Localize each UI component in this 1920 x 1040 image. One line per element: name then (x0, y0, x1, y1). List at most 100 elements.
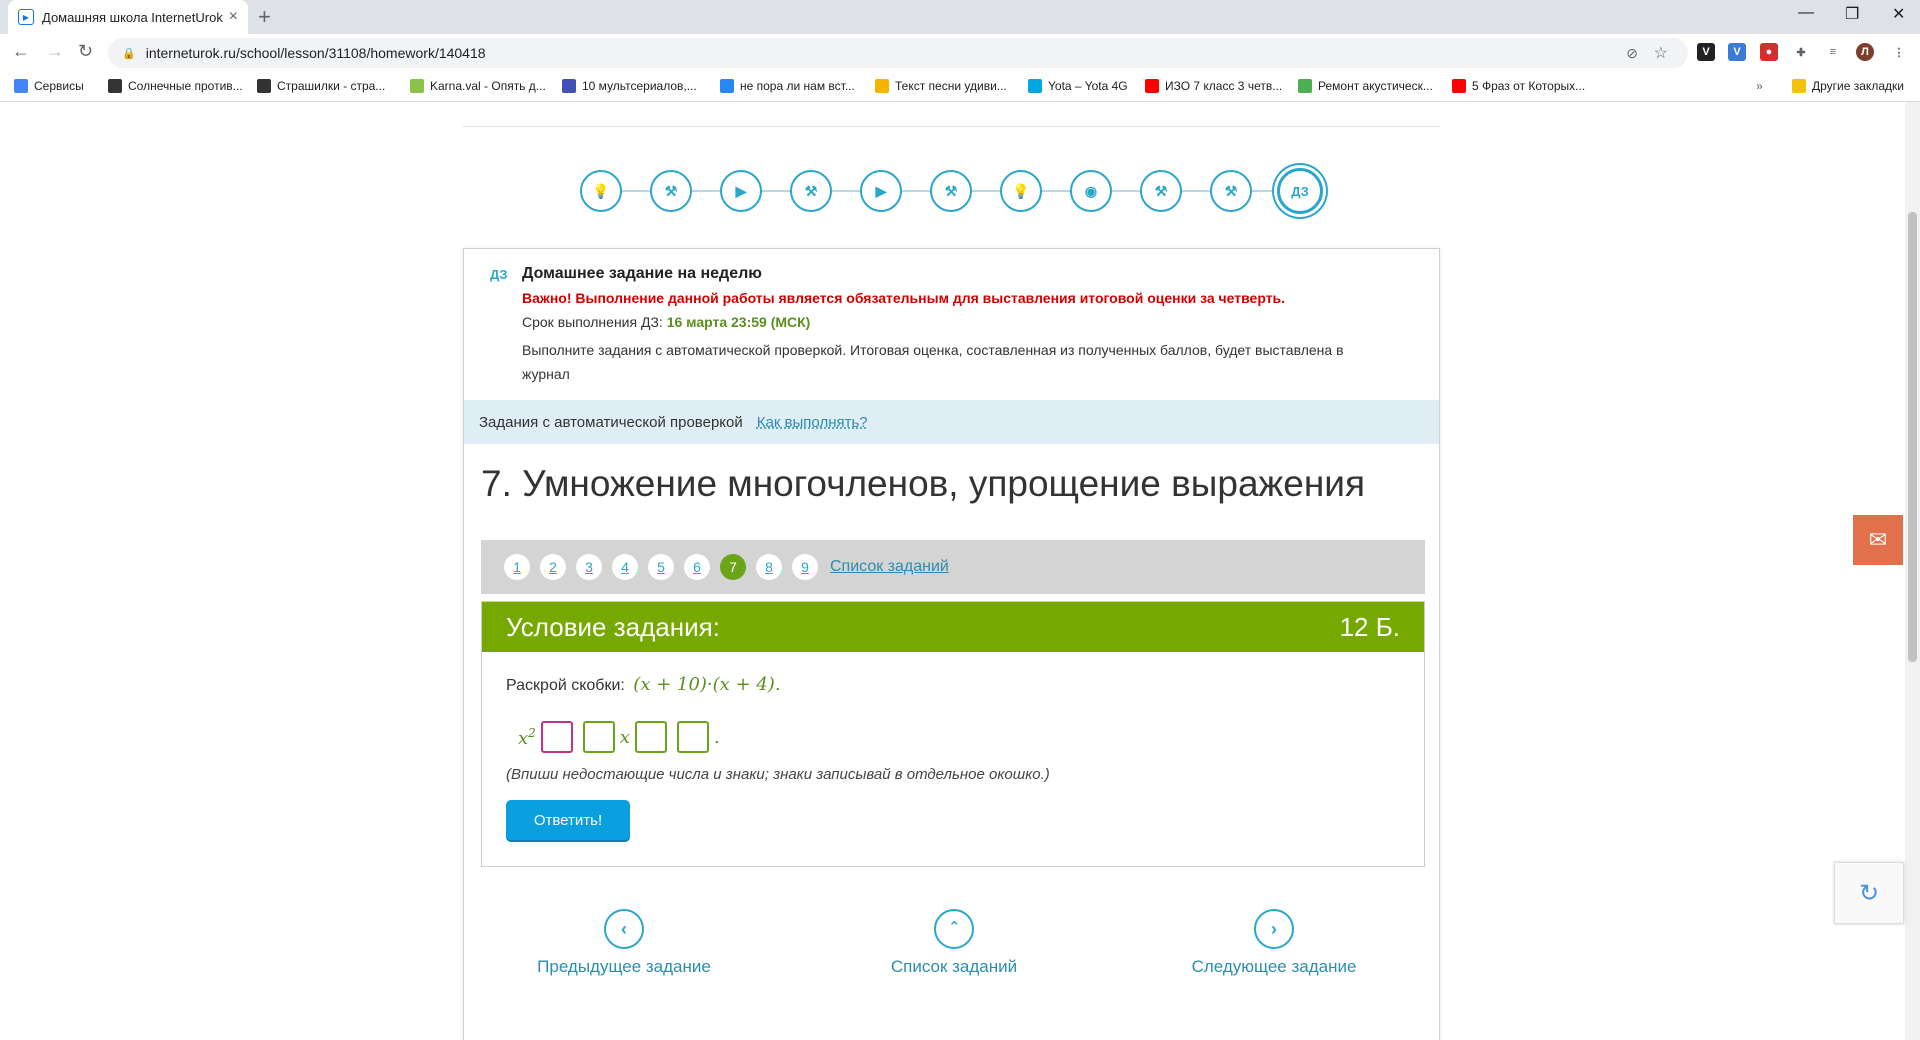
task-list-link[interactable]: Список заданий (830, 558, 949, 576)
homework-deadline: Срок выполнения ДЗ: 16 марта 23:59 (МСК) (522, 314, 810, 330)
answer-row: x2 x . (518, 720, 720, 754)
playlist-icon[interactable]: ≡ (1824, 43, 1842, 61)
next-task-button[interactable]: › Следующее задание (1179, 909, 1369, 977)
browser-toolbar: ← → ↻ 🔒 interneturok.ru/school/lesson/31… (0, 34, 1920, 72)
bookmark-icon (257, 79, 271, 93)
dumbbell-advanced-icon[interactable]: ⚒ (1210, 170, 1252, 212)
bookmark-item[interactable]: Текст песни удиви... (875, 79, 1007, 93)
condition-header: Условие задания: 12 Б. (482, 602, 1424, 652)
back-icon[interactable]: ← (12, 41, 30, 62)
webcam-icon[interactable]: ◉ (1070, 170, 1112, 212)
chevron-up-icon: ˆ (934, 909, 974, 949)
page-link-1[interactable]: 1 (504, 554, 530, 580)
task-title: 7. Умножение многочленов, упрощение выра… (481, 463, 1365, 504)
step-homework[interactable]: ДЗ (1277, 168, 1323, 214)
other-bookmarks-label: Другие закладки (1812, 79, 1904, 93)
restore-icon[interactable]: ❐ (1845, 4, 1859, 24)
prev-task-button[interactable]: ‹ Предыдущее задание (529, 909, 719, 977)
scrollbar-thumb[interactable] (1908, 212, 1917, 662)
page-link-8[interactable]: 8 (756, 554, 782, 580)
new-tab-icon[interactable]: + (258, 4, 271, 30)
page-link-4[interactable]: 4 (612, 554, 638, 580)
bookmark-item[interactable]: Ремонт акустическ... (1298, 79, 1433, 93)
folder-icon (1792, 79, 1806, 93)
bookmark-item[interactable]: Karna.val - Опять д... (410, 79, 546, 93)
extension-shield-icon[interactable]: ● (1760, 43, 1778, 61)
page-link-2[interactable]: 2 (540, 554, 566, 580)
autocheck-label: Задания с автоматической проверкой (479, 413, 743, 431)
answer-input-1[interactable] (540, 721, 573, 753)
answer-hint: (Впиши недостающие числа и знаки; знаки … (506, 766, 1050, 783)
forward-icon[interactable]: → (46, 41, 64, 62)
bookmark-item[interactable]: 10 мультсериалов,... (562, 79, 697, 93)
homework-card: ДЗ Домашнее задание на неделю Важно! Вып… (463, 248, 1440, 1040)
prev-task-label: Предыдущее задание (537, 957, 711, 976)
bookmark-item[interactable]: Yota – Yota 4G (1028, 79, 1128, 93)
puzzle-icon[interactable]: ✚ (1792, 43, 1810, 61)
play-icon[interactable]: ▶ (860, 170, 902, 212)
chat-icon[interactable]: ✉ (1853, 515, 1903, 565)
browser-tabbar: ▶ Домашняя школа InternetUrok.r × + — ❐ … (0, 0, 1920, 34)
avatar[interactable]: Л (1856, 43, 1874, 61)
more-bookmarks-icon[interactable]: » (1756, 79, 1763, 93)
page-link-6[interactable]: 6 (684, 554, 710, 580)
page-link-7[interactable]: 7 (720, 554, 746, 580)
extension-v-icon[interactable]: V (1697, 43, 1715, 61)
dumbbell-icon[interactable]: ⚒ (650, 170, 692, 212)
dumbbell-icon[interactable]: ⚒ (790, 170, 832, 212)
bookmark-label: 5 Фраз от Которых... (1472, 79, 1586, 93)
bookmark-icon (1298, 79, 1312, 93)
bookmark-icon (14, 79, 28, 93)
question-expression: (x + 10)·(x + 4). (633, 674, 781, 695)
answer-input-3[interactable] (634, 721, 667, 753)
dumbbell-icon[interactable]: ⚒ (1140, 170, 1182, 212)
menu-icon[interactable]: ⋮ (1890, 43, 1908, 61)
recaptcha-icon[interactable]: ↻ (1834, 862, 1904, 924)
bookmark-item[interactable]: Солнечные против... (108, 79, 243, 93)
bookmark-item[interactable]: ИЗО 7 класс 3 четв... (1145, 79, 1282, 93)
other-bookmarks[interactable]: Другие закладки (1792, 79, 1904, 93)
task-pager: 123456789 Список заданий (481, 540, 1425, 594)
task-condition: Условие задания: 12 Б. Раскрой скобки: (… (481, 601, 1425, 867)
page-content: 💡 ⚒ ▶ ⚒ ▶ ⚒ 💡 ◉ ⚒ ⚒ ДЗ ДЗ Домашнее задание на неде… (0, 102, 1905, 1040)
url-text: interneturok.ru/school/lesson/31108/home… (145, 45, 486, 61)
minimize-icon[interactable]: — (1798, 4, 1814, 22)
bookmark-icon (1452, 79, 1466, 93)
homework-description: Выполните задания с автоматической прове… (522, 342, 1344, 382)
task-list-button[interactable]: ˆ Список заданий (854, 909, 1054, 977)
bookmark-label: ИЗО 7 класс 3 четв... (1165, 79, 1283, 93)
translate-icon[interactable]: ⊘ (1626, 45, 1638, 62)
bookmark-item[interactable]: Сервисы (14, 79, 84, 93)
browser-tab[interactable]: ▶ Домашняя школа InternetUrok.r × (8, 0, 248, 34)
page-link-9[interactable]: 9 (792, 554, 818, 580)
homework-warning: Важно! Выполнение данной работы является… (522, 290, 1286, 306)
extension-v2-icon[interactable]: V (1728, 43, 1746, 61)
bulb-icon[interactable]: 💡 (580, 170, 622, 212)
bookmark-label: Ремонт акустическ... (1318, 79, 1433, 93)
bookmark-label: Страшилки - стра... (277, 79, 386, 93)
bookmark-label: 10 мультсериалов,... (582, 79, 697, 93)
page-link-5[interactable]: 5 (648, 554, 674, 580)
page-link-3[interactable]: 3 (576, 554, 602, 580)
star-icon[interactable]: ☆ (1654, 43, 1668, 63)
answer-end: . (713, 726, 720, 748)
how-to-link[interactable]: Как выполнять? (757, 414, 868, 431)
question: Раскрой скобки: (x + 10)·(x + 4). (506, 674, 781, 695)
answer-input-4[interactable] (676, 721, 709, 753)
bookmark-item[interactable]: 5 Фраз от Которых... (1452, 79, 1585, 93)
bookmark-item[interactable]: не пора ли нам вст... (720, 79, 855, 93)
reload-icon[interactable]: ↻ (78, 41, 93, 62)
scrollbar[interactable] (1905, 102, 1920, 1040)
play-icon[interactable]: ▶ (720, 170, 762, 212)
address-bar[interactable]: 🔒 interneturok.ru/school/lesson/31108/ho… (108, 38, 1688, 68)
bulb-icon[interactable]: 💡 (1000, 170, 1042, 212)
chevron-left-icon: ‹ (604, 909, 644, 949)
autocheck-bar: Задания с автоматической проверкой Как в… (464, 400, 1439, 444)
answer-input-2[interactable] (582, 721, 615, 753)
submit-button[interactable]: Ответить! (506, 800, 630, 840)
dumbbell-icon[interactable]: ⚒ (930, 170, 972, 212)
close-icon[interactable]: × (229, 8, 238, 26)
window-close-icon[interactable]: ✕ (1892, 4, 1905, 24)
lock-icon: 🔒 (122, 47, 136, 60)
bookmark-item[interactable]: Страшилки - стра... (257, 79, 385, 93)
